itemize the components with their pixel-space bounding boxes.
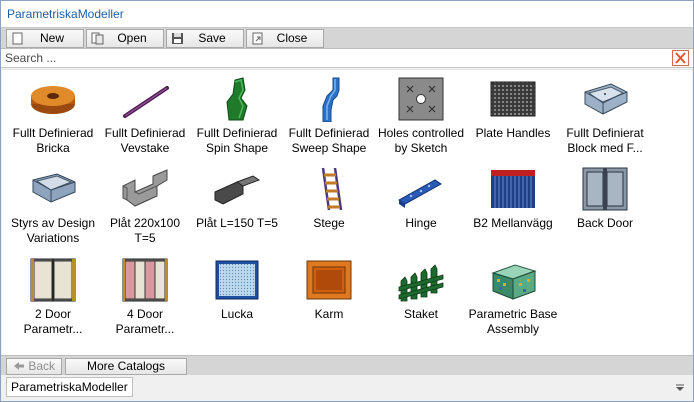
search-bar <box>1 49 693 68</box>
catalog-item-label: Fullt Definierat Block med F... <box>566 126 644 155</box>
bent-plate-icon <box>214 175 261 205</box>
catalog-item-label: 2 Door Parametr... <box>23 307 83 336</box>
catalog-item-label: Plate Handles <box>475 126 551 140</box>
window-title: ParametriskaModeller <box>1 1 693 27</box>
save-button-label: Save <box>198 31 226 45</box>
catalog-item[interactable]: Staket <box>375 253 467 343</box>
catalog-item[interactable]: B2 Mellanvägg <box>467 162 559 252</box>
tab-parametriskamodeller[interactable]: ParametriskaModeller <box>6 377 133 397</box>
more-catalogs-label: More Catalogs <box>86 359 166 373</box>
washer-icon <box>31 86 75 114</box>
frame-icon <box>306 260 352 300</box>
catalog-item[interactable]: Plåt L=150 T=5 <box>191 162 283 252</box>
catalog-item[interactable]: Fullt Definierat Block med F... <box>559 72 651 162</box>
base-assembly-icon <box>491 264 537 300</box>
catalog-item[interactable]: Fullt Definierad Bricka <box>7 72 99 162</box>
tray-block-icon <box>584 83 628 115</box>
catalog-item-label: 4 Door Parametr... <box>115 307 175 336</box>
save-button[interactable]: Save <box>166 29 244 48</box>
catalog-item-label: Fullt Definierad Sweep Shape <box>288 126 370 155</box>
catalog-item-label: Holes controlled by Sketch <box>377 126 465 155</box>
close-button[interactable]: Close <box>246 29 324 48</box>
catalog-grid: Fullt Definierad Bricka Fullt Definierad… <box>2 69 692 355</box>
two-door-icon <box>30 258 76 302</box>
catalog-item[interactable]: Karm <box>283 253 375 343</box>
catalog-item-label: Parametric Base Assembly <box>468 307 558 336</box>
catalog-item-label: Karm <box>314 307 344 321</box>
dropdown-arrow-icon[interactable] <box>675 383 685 393</box>
partition-wall-icon <box>491 170 535 208</box>
catalog-item[interactable]: Holes controlled by Sketch <box>375 72 467 162</box>
spin-shape-icon <box>226 77 248 121</box>
catalog-item-label: Back Door <box>576 216 634 230</box>
catalog-item-label: Styrs av Design Variations <box>10 216 96 245</box>
sheet-profile-icon <box>122 169 168 207</box>
back-button[interactable]: Back <box>6 358 62 375</box>
catalog-item[interactable]: Fullt Definierad Vevstake <box>99 72 191 162</box>
ladder-icon <box>321 167 343 211</box>
perforated-plate-icon <box>490 81 536 117</box>
catalog-item[interactable]: Fullt Definierad Sweep Shape <box>283 72 375 162</box>
catalog-item[interactable]: Plate Handles <box>467 72 559 162</box>
catalog-item[interactable]: Fullt Definierad Spin Shape <box>191 72 283 162</box>
close-button-label: Close <box>276 31 308 45</box>
sweep-shape-icon <box>322 77 340 122</box>
status-bar: ParametriskaModeller <box>1 375 693 401</box>
catalog-item-label: Staket <box>403 307 439 321</box>
search-input[interactable] <box>5 50 655 66</box>
catalog-item[interactable]: Back Door <box>559 162 651 252</box>
tray-variations-icon <box>32 173 76 203</box>
catalog-item-label: B2 Mellanvägg <box>473 216 553 230</box>
catalog-item-label: Fullt Definierad Bricka <box>12 126 94 155</box>
catalog-item[interactable]: 4 Door Parametr... <box>99 253 191 343</box>
catalog-item-label: Fullt Definierad Vevstake <box>104 126 186 155</box>
catalog-item[interactable]: Lucka <box>191 253 283 343</box>
catalog-item[interactable]: Plåt 220x100 T=5 <box>99 162 191 252</box>
catalog-item[interactable]: Stege <box>283 162 375 252</box>
open-button[interactable]: Open <box>86 29 164 48</box>
catalog-item-label: Stege <box>313 216 345 230</box>
hinge-icon <box>398 179 442 208</box>
catalog-item[interactable]: Styrs av Design Variations <box>7 162 99 252</box>
catalog-item[interactable]: Parametric Base Assembly <box>467 253 559 343</box>
catalog-item-label: Plåt 220x100 T=5 <box>109 216 181 245</box>
four-door-icon <box>122 258 168 302</box>
catalog-item[interactable]: 2 Door Parametr... <box>7 253 99 343</box>
open-button-label: Open <box>117 31 147 45</box>
toolbar: New Open Save Close <box>1 27 693 49</box>
close-icon <box>675 52 686 64</box>
catalog-item-label: Fullt Definierad Spin Shape <box>196 126 278 155</box>
clear-search-button[interactable] <box>672 50 689 66</box>
catalog-item-label: Lucka <box>220 307 254 321</box>
new-button[interactable]: New <box>6 29 84 48</box>
back-button-label: Back <box>28 359 56 373</box>
hatch-icon <box>215 260 259 300</box>
save-icon <box>172 33 183 44</box>
new-button-label: New <box>39 31 64 45</box>
new-icon <box>12 32 23 45</box>
open-icon <box>91 32 104 45</box>
more-catalogs-button[interactable]: More Catalogs <box>65 358 187 375</box>
catalog-window: ParametriskaModeller New Open Save Close <box>0 0 694 402</box>
catalog-item-label: Hinge <box>405 216 437 230</box>
back-arrow-icon <box>13 362 24 370</box>
fence-icon <box>398 264 444 302</box>
back-door-icon <box>582 167 628 211</box>
catalog-item-label: Plåt L=150 T=5 <box>196 216 278 230</box>
crank-rod-icon <box>123 86 169 118</box>
holes-plate-icon <box>398 77 444 121</box>
close-doc-icon <box>252 32 263 45</box>
navigation-bar: Back More Catalogs <box>1 355 693 375</box>
catalog-item[interactable]: Hinge <box>375 162 467 252</box>
